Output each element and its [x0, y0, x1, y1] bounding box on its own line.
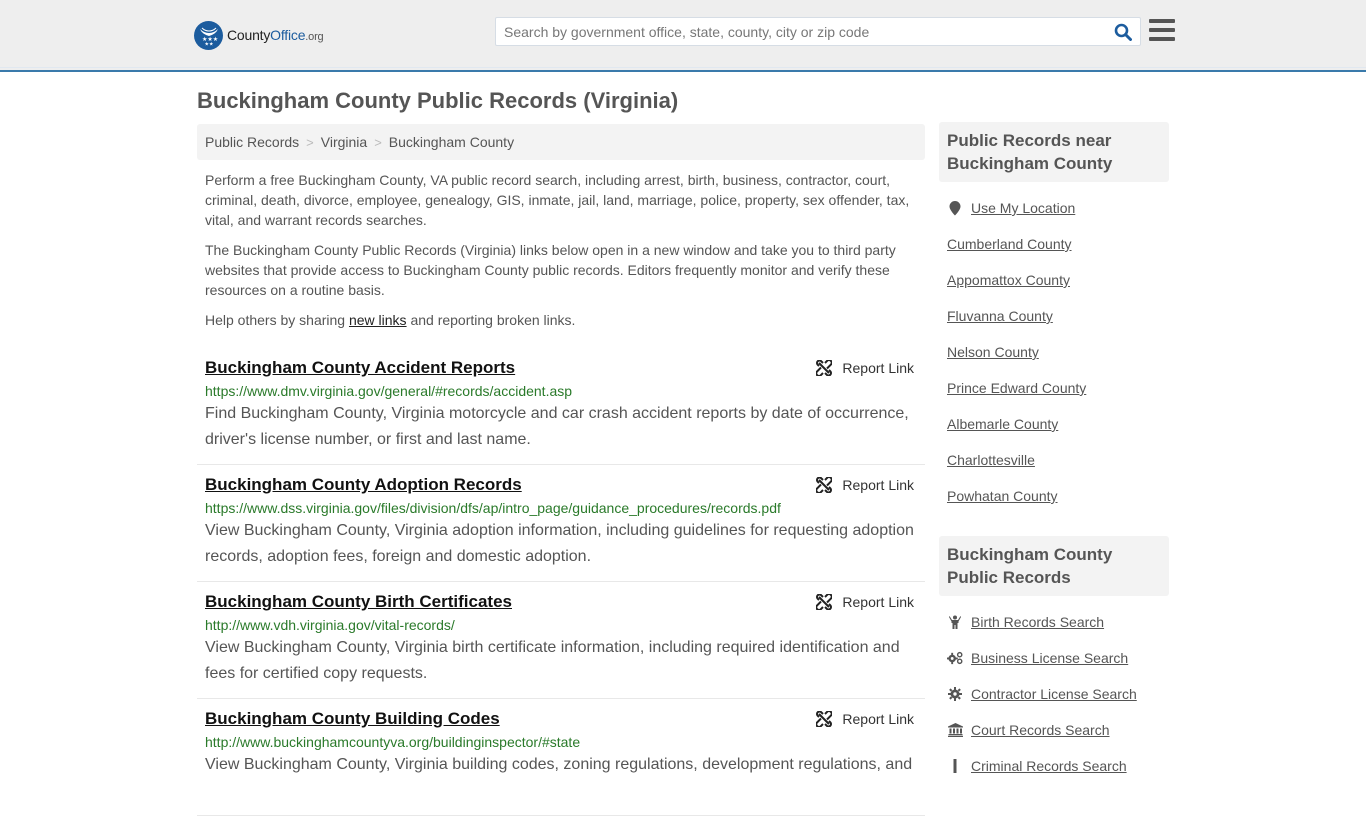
birth-records-search-link[interactable]: Birth Records Search [971, 614, 1104, 630]
child-icon [947, 615, 963, 629]
breadcrumb-virginia[interactable]: Virginia [321, 134, 367, 150]
hamburger-menu-icon[interactable] [1149, 19, 1175, 43]
report-link-button[interactable]: Report Link [816, 709, 914, 729]
search-button[interactable] [1112, 21, 1134, 43]
new-links-link[interactable]: new links [349, 312, 407, 328]
record-description: View Buckingham County, Virginia adoptio… [205, 522, 914, 565]
record-item: Buckingham County Adoption Records Repor… [197, 465, 925, 582]
records-item: Birth Records Search [947, 604, 1161, 640]
sidebar: Public Records near Buckingham County Us… [939, 122, 1169, 784]
county-records-heading: Buckingham County Public Records [939, 536, 1169, 596]
nearby-list: Use My Location Cumberland County Appoma… [939, 182, 1169, 514]
record-title-link[interactable]: Buckingham County Adoption Records [205, 475, 522, 495]
nearby-item: Appomattox County [947, 262, 1161, 298]
courthouse-icon [947, 723, 963, 737]
record-item: Buckingham County Building Codes Report … [197, 699, 925, 816]
breadcrumb-buckingham-county[interactable]: Buckingham County [389, 134, 514, 150]
cogs-icon [947, 651, 963, 665]
search-icon [1114, 23, 1132, 41]
eagle-logo-icon: ★★★ ★★ [194, 20, 223, 50]
records-item: Contractor License Search [947, 676, 1161, 712]
record-description: Find Buckingham County, Virginia motorcy… [205, 405, 909, 448]
help-text: Help others by sharing new links and rep… [205, 312, 576, 328]
search-input[interactable] [496, 18, 1106, 45]
nearby-link-appomattox-county[interactable]: Appomattox County [947, 272, 1070, 288]
intro-paragraph: The Buckingham County Public Records (Vi… [205, 242, 896, 298]
logo-text: CountyOffice.org [227, 27, 324, 43]
record-url[interactable]: https://www.dmv.virginia.gov/general/#re… [205, 382, 917, 400]
records-item: Criminal Records Search [947, 748, 1161, 784]
baton-icon [947, 759, 963, 773]
business-license-search-link[interactable]: Business License Search [971, 650, 1128, 666]
breadcrumb-separator: > [306, 134, 314, 150]
nearby-item: Nelson County [947, 334, 1161, 370]
broken-link-icon [816, 360, 833, 376]
contractor-license-search-link[interactable]: Contractor License Search [971, 686, 1137, 702]
record-item: Buckingham County Accident Reports Repor… [197, 344, 925, 465]
criminal-records-search-link[interactable]: Criminal Records Search [971, 758, 1127, 774]
court-records-search-link[interactable]: Court Records Search [971, 722, 1110, 738]
record-item: Buckingham County Birth Certificates Rep… [197, 582, 925, 699]
broken-link-icon [816, 711, 833, 727]
nearby-link-fluvanna-county[interactable]: Fluvanna County [947, 308, 1053, 324]
nearby-link-powhatan-county[interactable]: Powhatan County [947, 488, 1058, 504]
nearby-item: Albemarle County [947, 406, 1161, 442]
breadcrumb-public-records[interactable]: Public Records [205, 134, 299, 150]
nearby-item: Fluvanna County [947, 298, 1161, 334]
nearby-link-cumberland-county[interactable]: Cumberland County [947, 236, 1072, 252]
nearby-link-albemarle-county[interactable]: Albemarle County [947, 416, 1058, 432]
main-content: Public Records > Virginia > Buckingham C… [197, 124, 925, 816]
record-url[interactable]: https://www.dss.virginia.gov/files/divis… [205, 499, 917, 517]
nearby-item: Charlottesville [947, 442, 1161, 478]
record-url[interactable]: http://www.vdh.virginia.gov/vital-record… [205, 616, 917, 634]
gear-icon [947, 687, 963, 701]
nearby-link-charlottesville[interactable]: Charlottesville [947, 452, 1035, 468]
record-title-link[interactable]: Buckingham County Accident Reports [205, 358, 515, 378]
intro-text: Perform a free Buckingham County, VA pub… [197, 170, 925, 330]
nearby-link-nelson-county[interactable]: Nelson County [947, 344, 1039, 360]
map-marker-icon [947, 200, 963, 216]
page-title: Buckingham County Public Records (Virgin… [197, 88, 679, 113]
record-description: View Buckingham County, Virginia buildin… [205, 756, 913, 773]
records-item: Court Records Search [947, 712, 1161, 748]
site-header: ★★★ ★★ CountyOffice.org [0, 0, 1366, 72]
record-title-link[interactable]: Buckingham County Birth Certificates [205, 592, 512, 612]
search-box [495, 17, 1141, 46]
records-item: Business License Search [947, 640, 1161, 676]
breadcrumb-separator: > [374, 134, 382, 150]
records-list: Buckingham County Accident Reports Repor… [197, 344, 925, 816]
broken-link-icon [816, 594, 833, 610]
nearby-item: Powhatan County [947, 478, 1161, 514]
county-records-list: Birth Records Search Business License Se… [939, 596, 1169, 784]
nearby-item: Prince Edward County [947, 370, 1161, 406]
svg-text:★★: ★★ [204, 42, 213, 47]
broken-link-icon [816, 477, 833, 493]
nearby-item: Cumberland County [947, 226, 1161, 262]
report-link-button[interactable]: Report Link [816, 358, 914, 378]
intro-paragraph: Perform a free Buckingham County, VA pub… [205, 172, 910, 228]
report-link-button[interactable]: Report Link [816, 592, 914, 612]
report-link-button[interactable]: Report Link [816, 475, 914, 495]
nearby-link-prince-edward-county[interactable]: Prince Edward County [947, 380, 1086, 396]
use-location-item: Use My Location [947, 190, 1161, 226]
record-description: View Buckingham County, Virginia birth c… [205, 639, 900, 682]
use-my-location-link[interactable]: Use My Location [971, 200, 1075, 216]
record-title-link[interactable]: Buckingham County Building Codes [205, 709, 500, 729]
record-url[interactable]: http://www.buckinghamcountyva.org/buildi… [205, 733, 917, 751]
breadcrumb: Public Records > Virginia > Buckingham C… [197, 124, 925, 160]
nearby-heading: Public Records near Buckingham County [939, 122, 1169, 182]
logo-link[interactable]: ★★★ ★★ CountyOffice.org [194, 20, 324, 50]
